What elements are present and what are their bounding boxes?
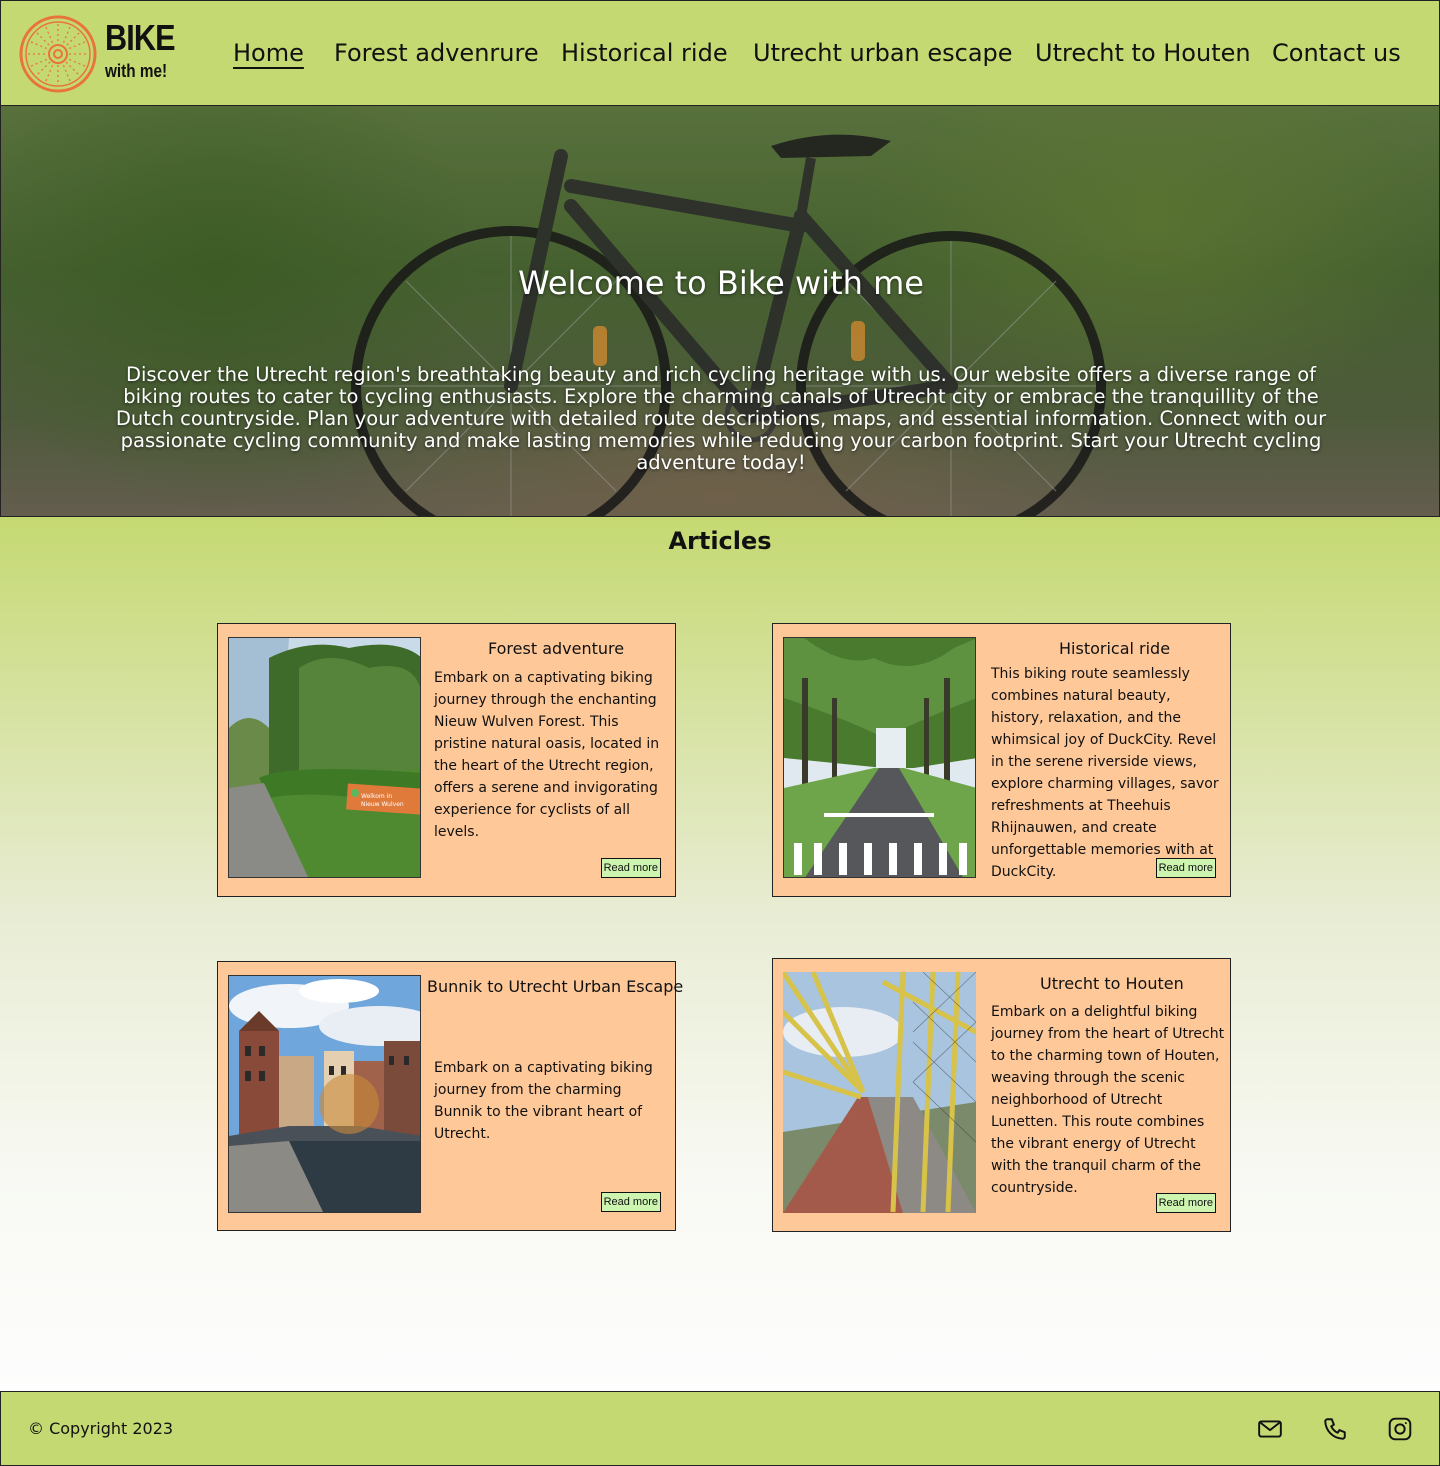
- articles-section: Articles Welkom in Nieuw Wulven Forest a…: [0, 517, 1440, 1392]
- read-more-button[interactable]: Read more: [600, 1192, 661, 1212]
- svg-text:Nieuw Wulven: Nieuw Wulven: [361, 801, 404, 808]
- card-title: Bunnik to Utrecht Urban Escape: [427, 977, 684, 996]
- instagram-icon[interactable]: [1387, 1416, 1413, 1442]
- card-title: Forest adventure: [488, 639, 625, 658]
- utrecht-canal-photo: [228, 975, 421, 1213]
- article-card-historical-ride: Historical ride This biking route seamle…: [772, 623, 1231, 897]
- article-card-forest-adventure: Welkom in Nieuw Wulven Forest adventure …: [217, 623, 676, 897]
- phone-icon[interactable]: [1322, 1416, 1348, 1442]
- hero-banner: Welcome to Bike with me Discover the Utr…: [0, 105, 1440, 517]
- articles-heading: Articles: [668, 527, 772, 555]
- nav-utrecht-to-houten[interactable]: Utrecht to Houten: [1035, 39, 1251, 67]
- card-title: Historical ride: [1059, 639, 1171, 658]
- nav-utrecht-urban-escape[interactable]: Utrecht urban escape: [753, 39, 1013, 67]
- forest-path-photo: Welkom in Nieuw Wulven: [228, 637, 421, 878]
- nav-home[interactable]: Home: [233, 39, 304, 67]
- card-description: Embark on a delightful biking journey fr…: [991, 1004, 1225, 1196]
- mail-icon[interactable]: [1257, 1416, 1283, 1442]
- read-more-button[interactable]: Read more: [1155, 858, 1216, 878]
- copyright-text: © Copyright 2023: [28, 1419, 174, 1438]
- tree-lined-road-photo: [783, 637, 976, 878]
- article-card-urban-escape: Bunnik to Utrecht Urban Escape Embark on…: [217, 961, 683, 1231]
- read-more-button[interactable]: Read more: [600, 858, 661, 878]
- logo[interactable]: BIKE with me!: [19, 15, 179, 93]
- nav-historical-ride[interactable]: Historical ride: [561, 39, 728, 67]
- bike-wheel-logo-icon: [19, 15, 97, 93]
- card-description: This biking route seamlessly combines na…: [991, 666, 1219, 880]
- site-header: BIKE with me! Home Forest advenrure Hist…: [0, 0, 1440, 106]
- site-footer: © Copyright 2023: [0, 1391, 1440, 1466]
- logo-word: BIKE: [105, 17, 176, 58]
- card-description: Embark on a captivating biking journey t…: [434, 670, 660, 840]
- card-title: Utrecht to Houten: [1040, 974, 1184, 993]
- hero-description: Discover the Utrecht region's breathtaki…: [115, 363, 1327, 474]
- nav-contact-us[interactable]: Contact us: [1272, 39, 1401, 67]
- article-card-utrecht-to-houten: Utrecht to Houten Embark on a delightful…: [772, 958, 1231, 1232]
- hero-title: Welcome to Bike with me: [518, 264, 924, 302]
- bridge-bike-path-photo: [783, 972, 976, 1213]
- sign-text: Welkom in: [361, 793, 392, 800]
- card-description: Embark on a captivating biking journey f…: [434, 1060, 653, 1142]
- read-more-button[interactable]: Read more: [1155, 1193, 1216, 1213]
- nav-forest-adventure[interactable]: Forest advenrure: [334, 39, 539, 67]
- logo-subtitle: with me!: [105, 61, 168, 81]
